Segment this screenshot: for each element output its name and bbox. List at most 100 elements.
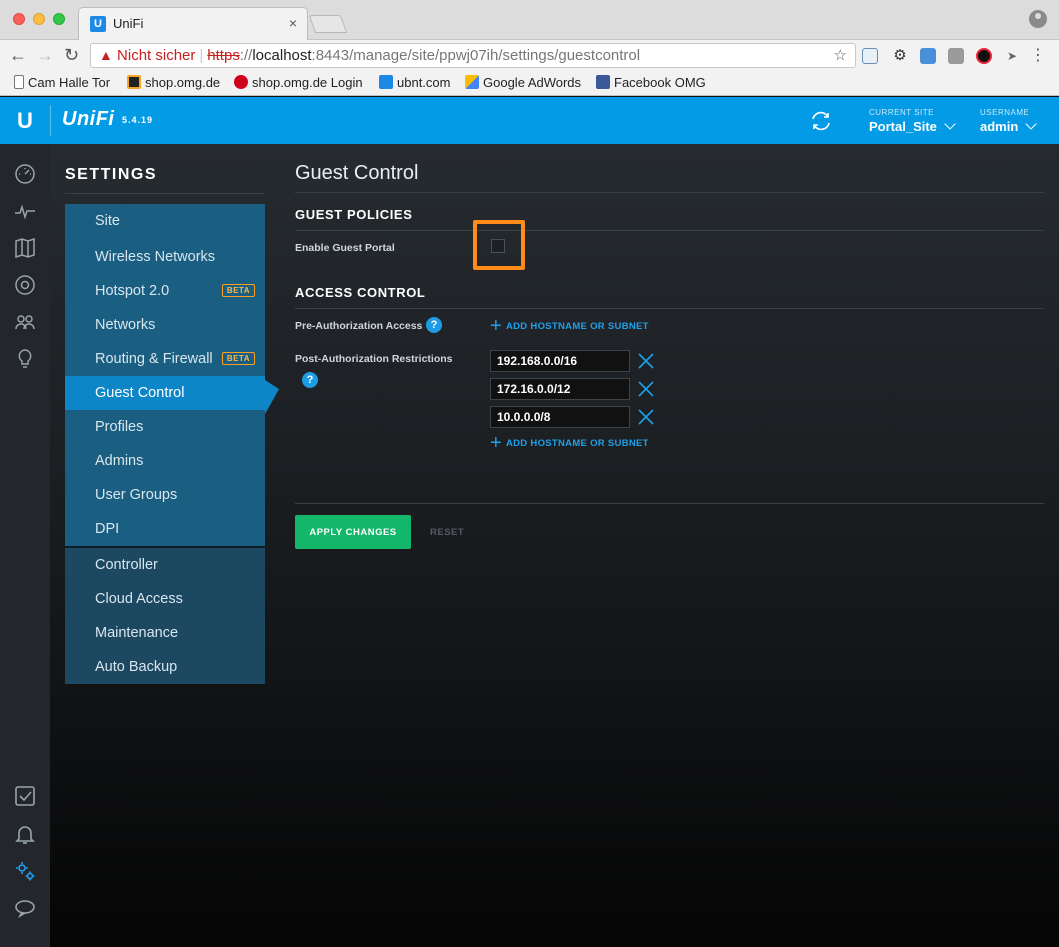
window-close-button[interactable]: [13, 13, 25, 25]
current-site-selector[interactable]: Portal_Site: [869, 118, 956, 134]
menu-item-networks[interactable]: Networks: [65, 308, 265, 342]
access-control-title: ACCESS CONTROL: [295, 285, 426, 300]
menu-item-user-groups[interactable]: User Groups: [65, 478, 265, 512]
menu-item-site[interactable]: Site: [65, 204, 265, 240]
system-menu-group: Controller Cloud Access Maintenance Auto…: [65, 548, 265, 684]
extension-grey-icon[interactable]: [948, 48, 964, 64]
ubnt-icon: [379, 75, 393, 89]
tab-title: UniFi: [113, 16, 144, 31]
menu-item-label: Controller: [95, 557, 158, 573]
reset-button[interactable]: RESET: [430, 527, 464, 538]
insights-icon[interactable]: [13, 347, 37, 371]
beta-badge: BETA: [221, 284, 255, 297]
section-divider: [295, 308, 1044, 309]
guest-policies-title: GUEST POLICIES: [295, 207, 413, 222]
app-header: U UniFi 5.4.19 CURRENT SITE Portal_Site …: [0, 97, 1059, 144]
user-menu[interactable]: admin: [980, 118, 1037, 134]
bookmark-star-icon[interactable]: ☆: [834, 44, 847, 67]
plus-icon: +: [490, 315, 502, 337]
restriction-input[interactable]: [490, 378, 630, 400]
help-icon[interactable]: ?: [302, 372, 318, 388]
menu-item-label: Maintenance: [95, 625, 179, 641]
reload-icon[interactable]: ↻: [64, 45, 79, 66]
remove-x-icon[interactable]: [637, 380, 655, 398]
url-scheme-separator: ://: [239, 47, 253, 64]
ubiquiti-logo[interactable]: U: [0, 97, 50, 144]
events-icon[interactable]: [13, 784, 37, 808]
chevron-down-icon: [1025, 118, 1037, 130]
bookmark-shop-omg-login[interactable]: shop.omg.de Login: [234, 75, 363, 90]
restriction-input[interactable]: [490, 406, 630, 428]
unifi-favicon-icon: U: [90, 16, 106, 32]
unifi-brand: UniFi: [62, 108, 115, 130]
remove-x-icon[interactable]: [637, 352, 655, 370]
clients-icon[interactable]: [13, 310, 37, 334]
menu-item-label: Hotspot 2.0: [95, 283, 170, 299]
current-site-value: Portal_Site: [869, 119, 937, 134]
bookmark-google-adwords[interactable]: Google AdWords: [465, 75, 581, 90]
add-post-auth-hostname-link[interactable]: + ADD HOSTNAME OR SUBNET: [490, 432, 649, 455]
shop-icon: [127, 75, 141, 89]
extension-gear-icon[interactable]: ⚙: [892, 48, 908, 64]
extension-color-icon[interactable]: [976, 48, 992, 64]
bookmark-cam-halle-tor[interactable]: Cam Halle Tor: [14, 75, 110, 90]
browser-menu-icon[interactable]: ⋮: [1030, 48, 1046, 64]
menu-item-label: Admins: [95, 453, 144, 469]
statistics-icon[interactable]: [13, 200, 37, 224]
back-arrow-icon[interactable]: ←: [9, 45, 27, 66]
menu-item-maintenance[interactable]: Maintenance: [65, 616, 265, 650]
bookmark-label: ubnt.com: [397, 75, 451, 90]
window-minimize-button[interactable]: [33, 13, 45, 25]
remove-x-icon[interactable]: [637, 408, 655, 426]
dashboard-icon[interactable]: [13, 162, 37, 186]
alerts-icon[interactable]: [13, 822, 37, 846]
not-secure-label: Nicht sicher: [117, 47, 196, 64]
menu-item-label: User Groups: [95, 487, 178, 503]
bookmark-label: Facebook OMG: [614, 75, 706, 90]
bookmark-ubnt[interactable]: ubnt.com: [379, 75, 450, 90]
post-authorization-label: Post-Authorization Restrictions: [295, 353, 453, 365]
menu-item-dpi[interactable]: DPI: [65, 512, 265, 546]
restriction-input[interactable]: [490, 350, 630, 372]
menu-item-label: Profiles: [95, 419, 144, 435]
username-label: USERNAME: [980, 108, 1030, 117]
new-tab-button[interactable]: [308, 15, 348, 33]
add-pre-auth-hostname-link[interactable]: + ADD HOSTNAME OR SUBNET: [490, 315, 649, 338]
bookmark-label: Cam Halle Tor: [28, 75, 111, 90]
extension-window-icon[interactable]: [862, 48, 878, 64]
map-icon[interactable]: [13, 236, 37, 260]
chat-icon[interactable]: [13, 896, 37, 920]
settings-icon[interactable]: [13, 859, 37, 883]
bookmark-facebook-omg[interactable]: Facebook OMG: [596, 75, 706, 90]
menu-item-admins[interactable]: Admins: [65, 444, 265, 478]
menu-item-label: Site: [95, 213, 120, 229]
sync-icon[interactable]: [809, 110, 833, 132]
menu-item-routing-firewall[interactable]: Routing & Firewall BETA: [65, 342, 265, 376]
address-bar[interactable]: ▲ Nicht sicher | https://localhost:8443/ma…: [90, 43, 856, 68]
tab-close-icon[interactable]: ×: [289, 15, 297, 31]
help-icon[interactable]: ?: [426, 317, 442, 333]
facebook-icon: [596, 75, 610, 89]
browser-toolbar: ← → ↻ ▲ Nicht sicher | https://localhost:8…: [0, 40, 1059, 72]
omnibox-separator: |: [199, 47, 204, 64]
apply-changes-button[interactable]: APPLY CHANGES: [295, 515, 411, 549]
profile-icon[interactable]: [1029, 10, 1047, 28]
menu-item-profiles[interactable]: Profiles: [65, 410, 265, 444]
url-host: localhost: [252, 47, 312, 64]
settings-title: SETTINGS: [65, 166, 158, 183]
forward-arrow-icon[interactable]: →: [36, 45, 54, 66]
devices-icon[interactable]: [13, 273, 37, 297]
menu-item-hotspot[interactable]: Hotspot 2.0 BETA: [65, 274, 265, 308]
enable-guest-portal-checkbox[interactable]: [491, 239, 505, 253]
menu-item-guest-control[interactable]: Guest Control: [65, 376, 265, 410]
menu-item-cloud-access[interactable]: Cloud Access: [65, 582, 265, 616]
bookmark-shop-omg[interactable]: shop.omg.de: [127, 75, 220, 90]
menu-item-controller[interactable]: Controller: [65, 548, 265, 582]
browser-tab[interactable]: U UniFi ×: [78, 7, 308, 40]
window-zoom-button[interactable]: [53, 13, 65, 25]
extension-paper-plane-icon[interactable]: ➤: [1004, 48, 1020, 64]
menu-item-wireless-networks[interactable]: Wireless Networks: [65, 240, 265, 274]
bookmark-label: Google AdWords: [483, 75, 582, 90]
menu-item-auto-backup[interactable]: Auto Backup: [65, 650, 265, 684]
extension-blue-icon[interactable]: [920, 48, 936, 64]
